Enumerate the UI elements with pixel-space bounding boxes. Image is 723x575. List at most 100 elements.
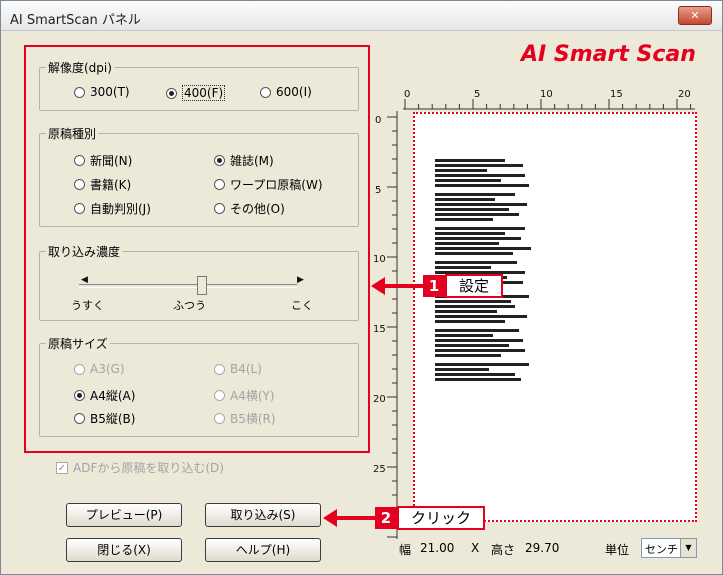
preview-text-line — [435, 368, 489, 371]
close-window-button[interactable]: ✕ — [678, 6, 712, 25]
density-slider-thumb[interactable] — [197, 276, 207, 295]
ruler-h-label-0: 0 — [404, 89, 411, 100]
slider-right-arrow-icon[interactable]: ▶ — [297, 275, 304, 285]
preview-text-line — [435, 266, 491, 269]
preview-text-line — [435, 232, 505, 235]
ruler-h-label-5: 5 — [474, 89, 481, 100]
callout-number: 2 — [375, 507, 397, 529]
preview-text-line — [435, 218, 493, 221]
radio-b4: B4(L) — [214, 362, 262, 376]
chevron-down-icon[interactable]: ▼ — [680, 539, 696, 557]
radio-300dpi[interactable]: 300(T) — [74, 85, 130, 99]
radio-600dpi[interactable]: 600(I) — [260, 85, 312, 99]
radio-a4-landscape: A4横(Y) — [214, 387, 275, 404]
times-sign: X — [471, 541, 480, 555]
smartscan-window: AI SmartScan パネル ✕ AI Smart Scan 解像度(dpi… — [0, 0, 723, 575]
resolution-title: 解像度(dpi) — [46, 59, 114, 76]
radio-wordprocessor[interactable]: ワープロ原稿(W) — [214, 176, 323, 193]
ruler-v-label-5: 5 — [375, 185, 382, 196]
callout-arrow-line — [337, 516, 375, 520]
radio-400dpi[interactable]: 400(F) — [166, 85, 226, 101]
preview-text-line — [435, 164, 523, 167]
radio-label: B4(L) — [230, 362, 262, 376]
preview-text-line — [435, 310, 497, 313]
preview-text-line — [435, 203, 527, 206]
preview-text-line — [435, 315, 527, 318]
radio-auto-detect[interactable]: 自動判別(J) — [74, 200, 151, 217]
radio-indicator — [214, 413, 225, 424]
radio-indicator — [214, 203, 225, 214]
radio-label: B5横(R) — [230, 412, 276, 426]
preview-text-line — [435, 320, 505, 323]
scan-preview-area[interactable] — [413, 112, 697, 522]
radio-indicator-selected — [166, 87, 177, 99]
density-title: 取り込み濃度 — [46, 243, 123, 260]
density-label-dark: こく — [291, 299, 313, 312]
checkbox-check-icon: ✓ — [56, 461, 68, 474]
help-button[interactable]: ヘルプ(H) — [205, 538, 321, 562]
ruler-v-label-10: 10 — [373, 254, 386, 265]
unit-select[interactable]: センチ ▼ — [641, 538, 697, 558]
adf-checkbox[interactable]: ✓ ADFから原稿を取り込む(D) — [56, 459, 224, 476]
close-icon: ✕ — [690, 9, 700, 22]
preview-text-line — [435, 261, 517, 264]
preview-text-line — [435, 354, 501, 357]
radio-indicator — [74, 203, 85, 214]
ruler-h-label-20: 20 — [678, 89, 691, 100]
preview-text-line — [435, 227, 525, 230]
scan-button[interactable]: 取り込み(S) — [205, 503, 321, 527]
preview-text-line — [435, 179, 501, 182]
ruler-v-label-20: 20 — [373, 394, 386, 405]
close-button[interactable]: 閉じる(X) — [66, 538, 182, 562]
unit-label: 単位 — [605, 543, 630, 557]
ai-smartscan-logo: AI Smart Scan — [521, 42, 696, 67]
radio-label: 書籍(K) — [90, 178, 132, 192]
callout-arrow-icon — [371, 277, 385, 295]
radio-indicator — [214, 390, 225, 401]
radio-magazine[interactable]: 雑誌(M) — [214, 152, 274, 169]
preview-text-line — [435, 247, 531, 250]
radio-label: 新聞(N) — [90, 154, 133, 168]
radio-a4-portrait[interactable]: A4縦(A) — [74, 387, 135, 404]
preview-text-line — [435, 349, 525, 352]
callout-2: 2 クリック — [323, 506, 486, 530]
doc-type-title: 原稿種別 — [46, 125, 99, 142]
preview-text-line — [435, 344, 509, 347]
preview-text-line — [435, 300, 511, 303]
radio-label: B5縦(B) — [90, 412, 136, 426]
preview-text-line — [435, 184, 529, 187]
preview-text-line — [435, 174, 525, 177]
ruler-v-label-0: 0 — [375, 115, 382, 126]
title-bar: AI SmartScan パネル ✕ — [1, 1, 722, 31]
height-value: 29.70 — [525, 541, 560, 555]
density-slider-track[interactable] — [79, 284, 297, 288]
preview-button[interactable]: プレビュー(P) — [66, 503, 182, 527]
ruler-v-label-25: 25 — [373, 464, 386, 475]
resolution-group: 解像度(dpi) 300(T) 400(F) 600(I) — [39, 59, 359, 111]
preview-text-line — [435, 159, 505, 162]
radio-indicator-selected — [214, 155, 225, 166]
logo-text-2: mart S — [569, 42, 653, 67]
radio-newspaper[interactable]: 新聞(N) — [74, 152, 132, 169]
radio-book[interactable]: 書籍(K) — [74, 176, 131, 193]
radio-a3: A3(G) — [74, 362, 125, 376]
radio-label: A4横(Y) — [230, 389, 275, 403]
radio-label: A4縦(A) — [90, 389, 136, 403]
radio-label: ワープロ原稿(W) — [230, 178, 323, 192]
radio-indicator — [260, 86, 271, 98]
preview-text-line — [435, 373, 515, 376]
radio-indicator — [74, 155, 85, 166]
preview-text-line — [435, 378, 521, 381]
preview-text-line — [435, 305, 515, 308]
size-group: 原稿サイズ A3(G) B4(L) A4縦(A) A4横(Y) B5縦(B) B… — [39, 335, 359, 437]
size-title: 原稿サイズ — [46, 335, 110, 352]
width-label: 幅 — [399, 543, 412, 557]
radio-label: 雑誌(M) — [230, 154, 274, 168]
preview-text-line — [435, 237, 521, 240]
radio-indicator — [74, 86, 85, 98]
radio-b5-portrait[interactable]: B5縦(B) — [74, 410, 135, 427]
preview-text-line — [435, 329, 519, 332]
density-label-normal: ふつう — [173, 299, 206, 312]
logo-text-1: AI S — [521, 42, 570, 67]
radio-other[interactable]: その他(O) — [214, 200, 285, 217]
